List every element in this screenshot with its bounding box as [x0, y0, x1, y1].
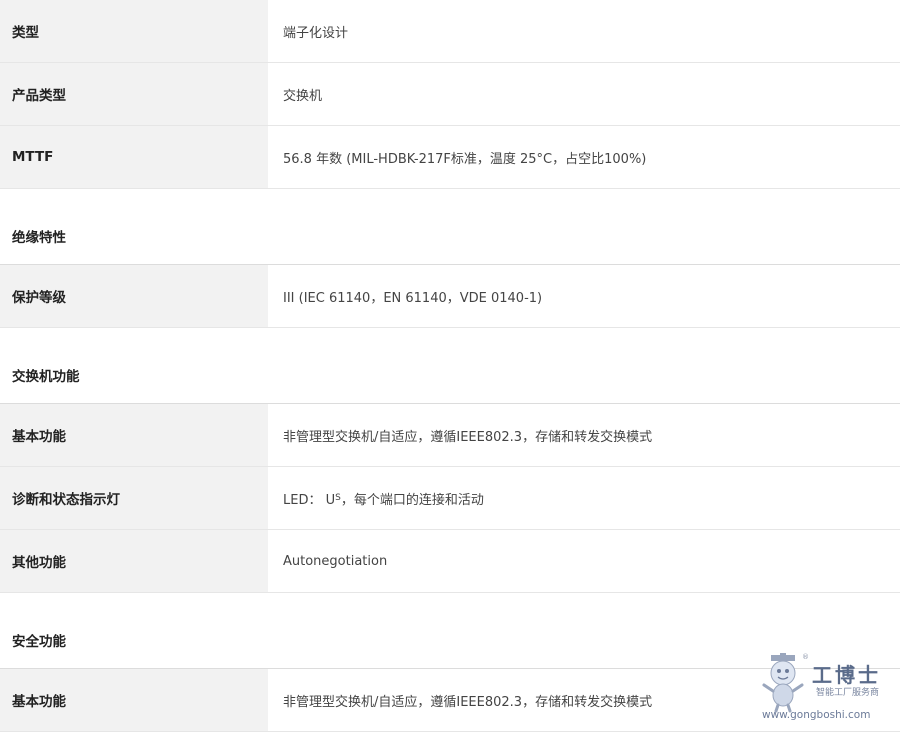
spec-value: Autonegotiation — [283, 553, 388, 569]
spec-label: 基本功能 — [0, 669, 268, 731]
spec-row-other-functions: 其他功能 Autonegotiation — [0, 530, 900, 593]
spec-label: 保护等级 — [0, 265, 268, 327]
spec-row-type: 类型 端子化设计 — [0, 0, 900, 63]
spec-label: 其他功能 — [0, 530, 268, 592]
registered-mark: ® — [802, 653, 809, 661]
spec-value: 端子化设计 — [283, 25, 349, 41]
value-suffix: ，每个端口的连接和活动 — [340, 492, 484, 508]
spec-row-protection-class: 保护等级 III (IEC 61140，EN 61140，VDE 0140-1) — [0, 265, 900, 328]
value-prefix: LED： U — [283, 492, 336, 508]
spec-label: MTTF — [0, 126, 268, 188]
spec-value: LED： U S ，每个端口的连接和活动 — [268, 467, 900, 529]
section-heading-insulation: 绝缘特性 — [0, 189, 900, 265]
spec-label: 诊断和状态指示灯 — [0, 467, 268, 529]
spec-value: III (IEC 61140，EN 61140，VDE 0140-1) — [283, 290, 543, 306]
spec-label: 类型 — [0, 0, 268, 62]
watermark-title: 工博士 — [812, 663, 881, 687]
section-heading-switch-functions: 交换机功能 — [0, 328, 900, 404]
spec-label: 基本功能 — [0, 404, 268, 466]
watermark-logo: ® 工博士 智能工厂服务商 www.gongboshi.com — [760, 653, 890, 723]
spec-row-mttf: MTTF 56.8 年数 (MIL-HDBK-217F标准，温度 25°C，占空… — [0, 126, 900, 189]
spec-value: 56.8 年数 (MIL-HDBK-217F标准，温度 25°C，占空比100%… — [283, 151, 647, 167]
spec-row-basic-function: 基本功能 非管理型交换机/自适应，遵循IEEE802.3，存储和转发交换模式 — [0, 404, 900, 467]
spec-row-product-type: 产品类型 交换机 — [0, 63, 900, 126]
watermark-subtitle: 智能工厂服务商 — [816, 688, 880, 698]
spec-row-diagnostics: 诊断和状态指示灯 LED： U S ，每个端口的连接和活动 — [0, 467, 900, 530]
watermark-url: www.gongboshi.com — [762, 709, 871, 721]
spec-value: 交换机 — [283, 88, 323, 104]
spec-table: 类型 端子化设计 产品类型 交换机 MTTF 56.8 年数 (MIL-HDBK… — [0, 0, 900, 732]
spec-label: 产品类型 — [0, 63, 268, 125]
spec-value: 非管理型交换机/自适应，遵循IEEE802.3，存储和转发交换模式 — [283, 429, 653, 445]
